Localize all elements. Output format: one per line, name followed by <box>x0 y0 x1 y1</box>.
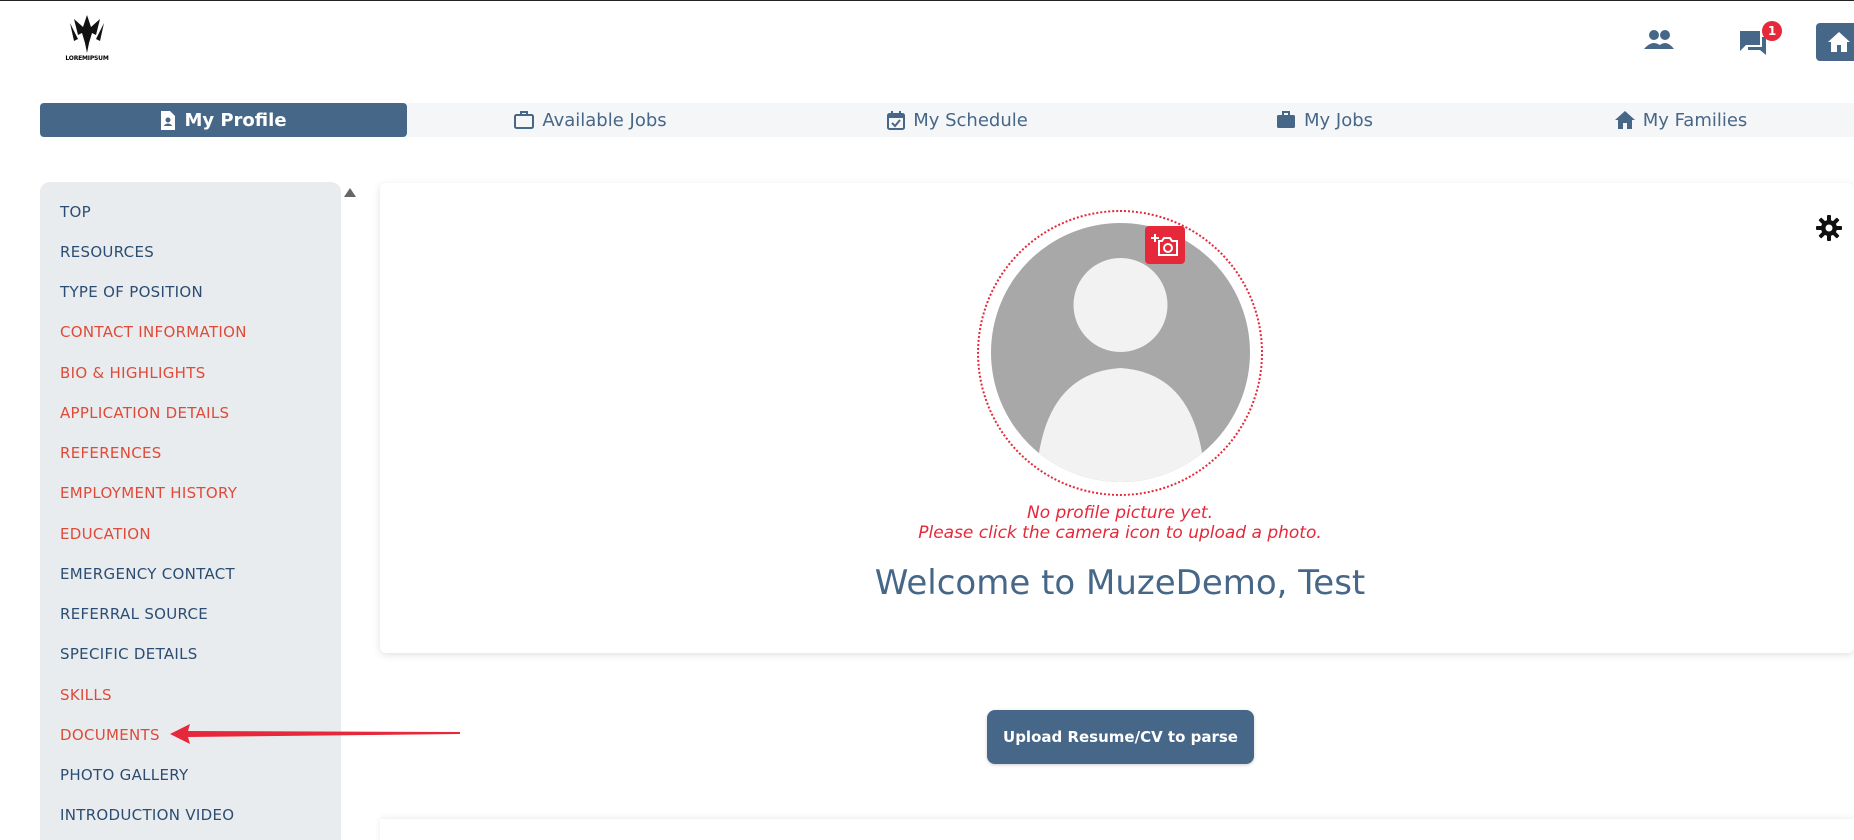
people-icon[interactable] <box>1644 29 1674 55</box>
brand-logo-caption: LOREMIPSUM <box>65 55 109 62</box>
home-icon <box>1828 32 1850 52</box>
main-tabs: My Profile Available Jobs My Schedule My… <box>40 103 1854 137</box>
sidebar-item-resources[interactable]: RESOURCES <box>60 243 154 261</box>
upload-photo-button[interactable] <box>1145 226 1185 264</box>
sidebar-item-photo-gallery[interactable]: PHOTO GALLERY <box>60 766 188 784</box>
tab-label: Available Jobs <box>542 109 667 131</box>
gear-icon[interactable] <box>1816 215 1842 245</box>
sidebar-item-contact-information[interactable]: CONTACT INFORMATION <box>60 323 247 341</box>
scroll-up-arrow-icon[interactable] <box>344 188 356 197</box>
sidebar-item-specific-details[interactable]: SPECIFIC DETAILS <box>60 645 198 663</box>
calendar-check-icon <box>887 110 906 130</box>
sidebar-item-bio-highlights[interactable]: BIO & HIGHLIGHTS <box>60 364 206 382</box>
sidebar-item-application-details[interactable]: APPLICATION DETAILS <box>60 404 229 422</box>
tab-my-schedule[interactable]: My Schedule <box>774 103 1141 137</box>
no-picture-line-2: Please click the camera icon to upload a… <box>918 523 1322 543</box>
no-picture-line-1: No profile picture yet. <box>1026 503 1213 523</box>
tab-label: My Profile <box>184 109 287 131</box>
sidebar-item-referral-source[interactable]: REFERRAL SOURCE <box>60 605 208 623</box>
sidebar-item-emergency-contact[interactable]: EMERGENCY CONTACT <box>60 565 235 583</box>
tab-available-jobs[interactable]: Available Jobs <box>407 103 774 137</box>
welcome-heading: Welcome to MuzeDemo, Test <box>874 563 1366 603</box>
next-section-card <box>380 819 1854 840</box>
tab-label: My Schedule <box>913 109 1028 131</box>
sidebar-item-top[interactable]: TOP <box>60 203 91 221</box>
sidebar-item-skills[interactable]: SKILLS <box>60 686 112 704</box>
sidebar-item-type-of-position[interactable]: TYPE OF POSITION <box>60 283 203 301</box>
avatar-placeholder <box>991 223 1250 482</box>
house-icon <box>1614 111 1635 129</box>
add-camera-icon <box>1151 234 1178 256</box>
no-picture-message: No profile picture yet. Please click the… <box>880 503 1360 543</box>
upload-resume-button[interactable]: Upload Resume/CV to parse <box>987 710 1254 764</box>
briefcase-outline-icon <box>514 111 535 129</box>
tab-label: My Jobs <box>1303 109 1374 131</box>
default-user-icon <box>1036 258 1205 482</box>
tab-my-jobs[interactable]: My Jobs <box>1141 103 1508 137</box>
sidebar-item-introduction-video[interactable]: INTRODUCTION VIDEO <box>60 806 234 824</box>
sidebar-item-employment-history[interactable]: EMPLOYMENT HISTORY <box>60 484 237 502</box>
tab-label: My Families <box>1642 109 1748 131</box>
sidebar-item-education[interactable]: EDUCATION <box>60 525 151 543</box>
annotation-arrow-icon <box>170 724 460 744</box>
sidebar-item-documents[interactable]: DOCUMENTS <box>60 726 160 744</box>
brand-logo-mark <box>70 15 104 53</box>
messages-badge: 1 <box>1762 21 1782 41</box>
brand-logo[interactable]: LOREMIPSUM <box>62 13 112 65</box>
sidebar-item-references[interactable]: REFERENCES <box>60 444 162 462</box>
profile-doc-icon <box>161 110 176 130</box>
tab-my-profile[interactable]: My Profile <box>40 103 407 137</box>
tab-my-families[interactable]: My Families <box>1508 103 1854 137</box>
briefcase-icon <box>1276 111 1295 128</box>
home-button[interactable] <box>1816 23 1854 61</box>
header-actions: 1 <box>1454 21 1854 61</box>
